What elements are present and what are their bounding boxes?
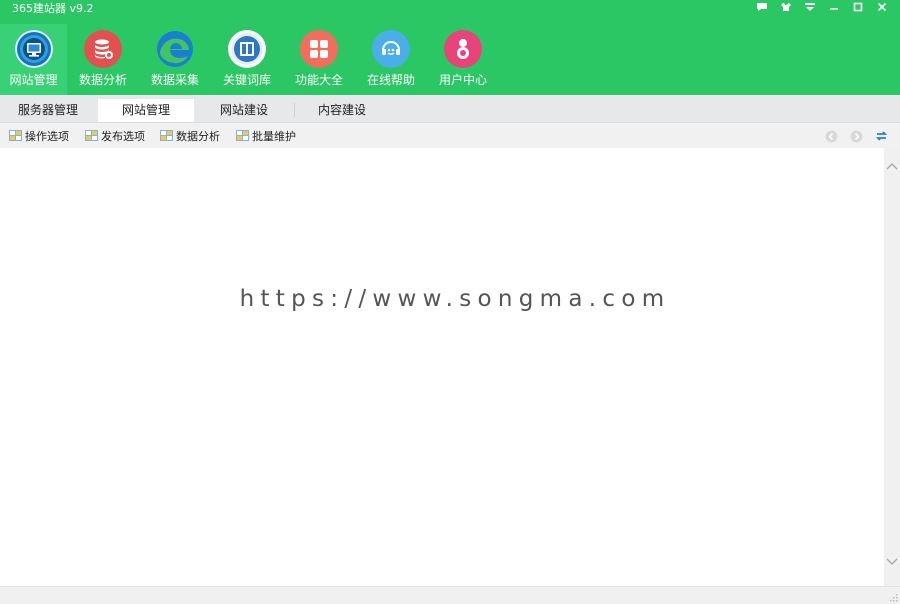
page-nav-arrows [819, 128, 894, 144]
maximize-icon[interactable] [846, 0, 870, 14]
nav-website-manage[interactable]: 网站管理 [0, 24, 67, 95]
feedback-icon[interactable] [750, 0, 774, 14]
content-area: https://www.songma.com [0, 148, 884, 586]
nav-online-help[interactable]: 在线帮助 [355, 24, 427, 95]
vertical-scrollbar[interactable] [884, 148, 900, 586]
grid-icon [236, 130, 249, 141]
apps-icon [300, 30, 338, 68]
tool-label: 发布选项 [101, 129, 145, 143]
tool-data-analysis[interactable]: 数据分析 [160, 128, 220, 143]
grid-icon [85, 130, 98, 141]
tab-content-build[interactable]: 内容建设 [294, 99, 390, 122]
tab-website-build[interactable]: 网站建设 [196, 99, 292, 122]
tool-label: 操作选项 [25, 129, 69, 143]
forward-icon[interactable] [844, 128, 869, 144]
tab-website-manage[interactable]: 网站管理 [98, 99, 194, 122]
tool-operation-options[interactable]: 操作选项 [9, 128, 69, 143]
window-controls [750, 0, 894, 14]
grid-icon [9, 130, 22, 141]
tab-server-manage[interactable]: 服务器管理 [0, 99, 96, 122]
close-icon[interactable] [870, 0, 894, 14]
nav-label: 在线帮助 [366, 73, 415, 87]
skin-icon[interactable] [774, 0, 798, 14]
nav-data-collect[interactable]: 数据采集 [139, 24, 211, 95]
refresh-icon[interactable] [869, 128, 894, 144]
edge-icon [156, 30, 194, 68]
back-icon[interactable] [819, 128, 844, 144]
menu-icon[interactable] [798, 0, 822, 14]
tool-label: 数据分析 [176, 129, 220, 143]
status-bar [0, 586, 900, 604]
title-bar: 365建站器 v9.2 网站管理 数据分析 数据采集 关键词库 功能大全 在线帮… [0, 0, 900, 95]
app-window: 365建站器 v9.2 网站管理 数据分析 数据采集 关键词库 功能大全 在线帮… [0, 0, 900, 604]
nav-label: 用户中心 [438, 73, 487, 87]
tool-batch-maintain[interactable]: 批量维护 [236, 128, 296, 143]
watermark-text: https://www.songma.com [239, 286, 671, 312]
database-icon [84, 30, 122, 68]
minimize-icon[interactable] [822, 0, 846, 14]
user-icon [444, 30, 482, 68]
monitor-icon [14, 30, 53, 68]
nav-label: 数据采集 [150, 73, 199, 87]
nav-keyword-lib[interactable]: 关键词库 [211, 24, 283, 95]
toolbar: 操作选项 发布选项 数据分析 批量维护 [0, 123, 900, 148]
tool-label: 批量维护 [252, 129, 296, 143]
main-nav: 网站管理 数据分析 数据采集 关键词库 功能大全 在线帮助 用户中心 [0, 24, 499, 95]
resize-grip-icon[interactable] [888, 592, 898, 602]
nav-label: 关键词库 [222, 73, 271, 87]
nav-all-functions[interactable]: 功能大全 [283, 24, 355, 95]
tab-bar: 服务器管理 网站管理 网站建设 内容建设 [0, 95, 900, 123]
scroll-up-icon[interactable] [886, 162, 898, 170]
nav-label: 功能大全 [294, 73, 343, 87]
scroll-down-icon[interactable] [886, 558, 898, 566]
nav-label: 数据分析 [78, 73, 127, 87]
nav-data-analysis[interactable]: 数据分析 [67, 24, 139, 95]
tool-publish-options[interactable]: 发布选项 [85, 128, 145, 143]
book-icon [228, 30, 266, 68]
nav-user-center[interactable]: 用户中心 [427, 24, 499, 95]
grid-icon [160, 130, 173, 141]
headset-icon [372, 30, 410, 68]
app-title: 365建站器 v9.2 [12, 2, 94, 15]
nav-label: 网站管理 [9, 73, 58, 87]
